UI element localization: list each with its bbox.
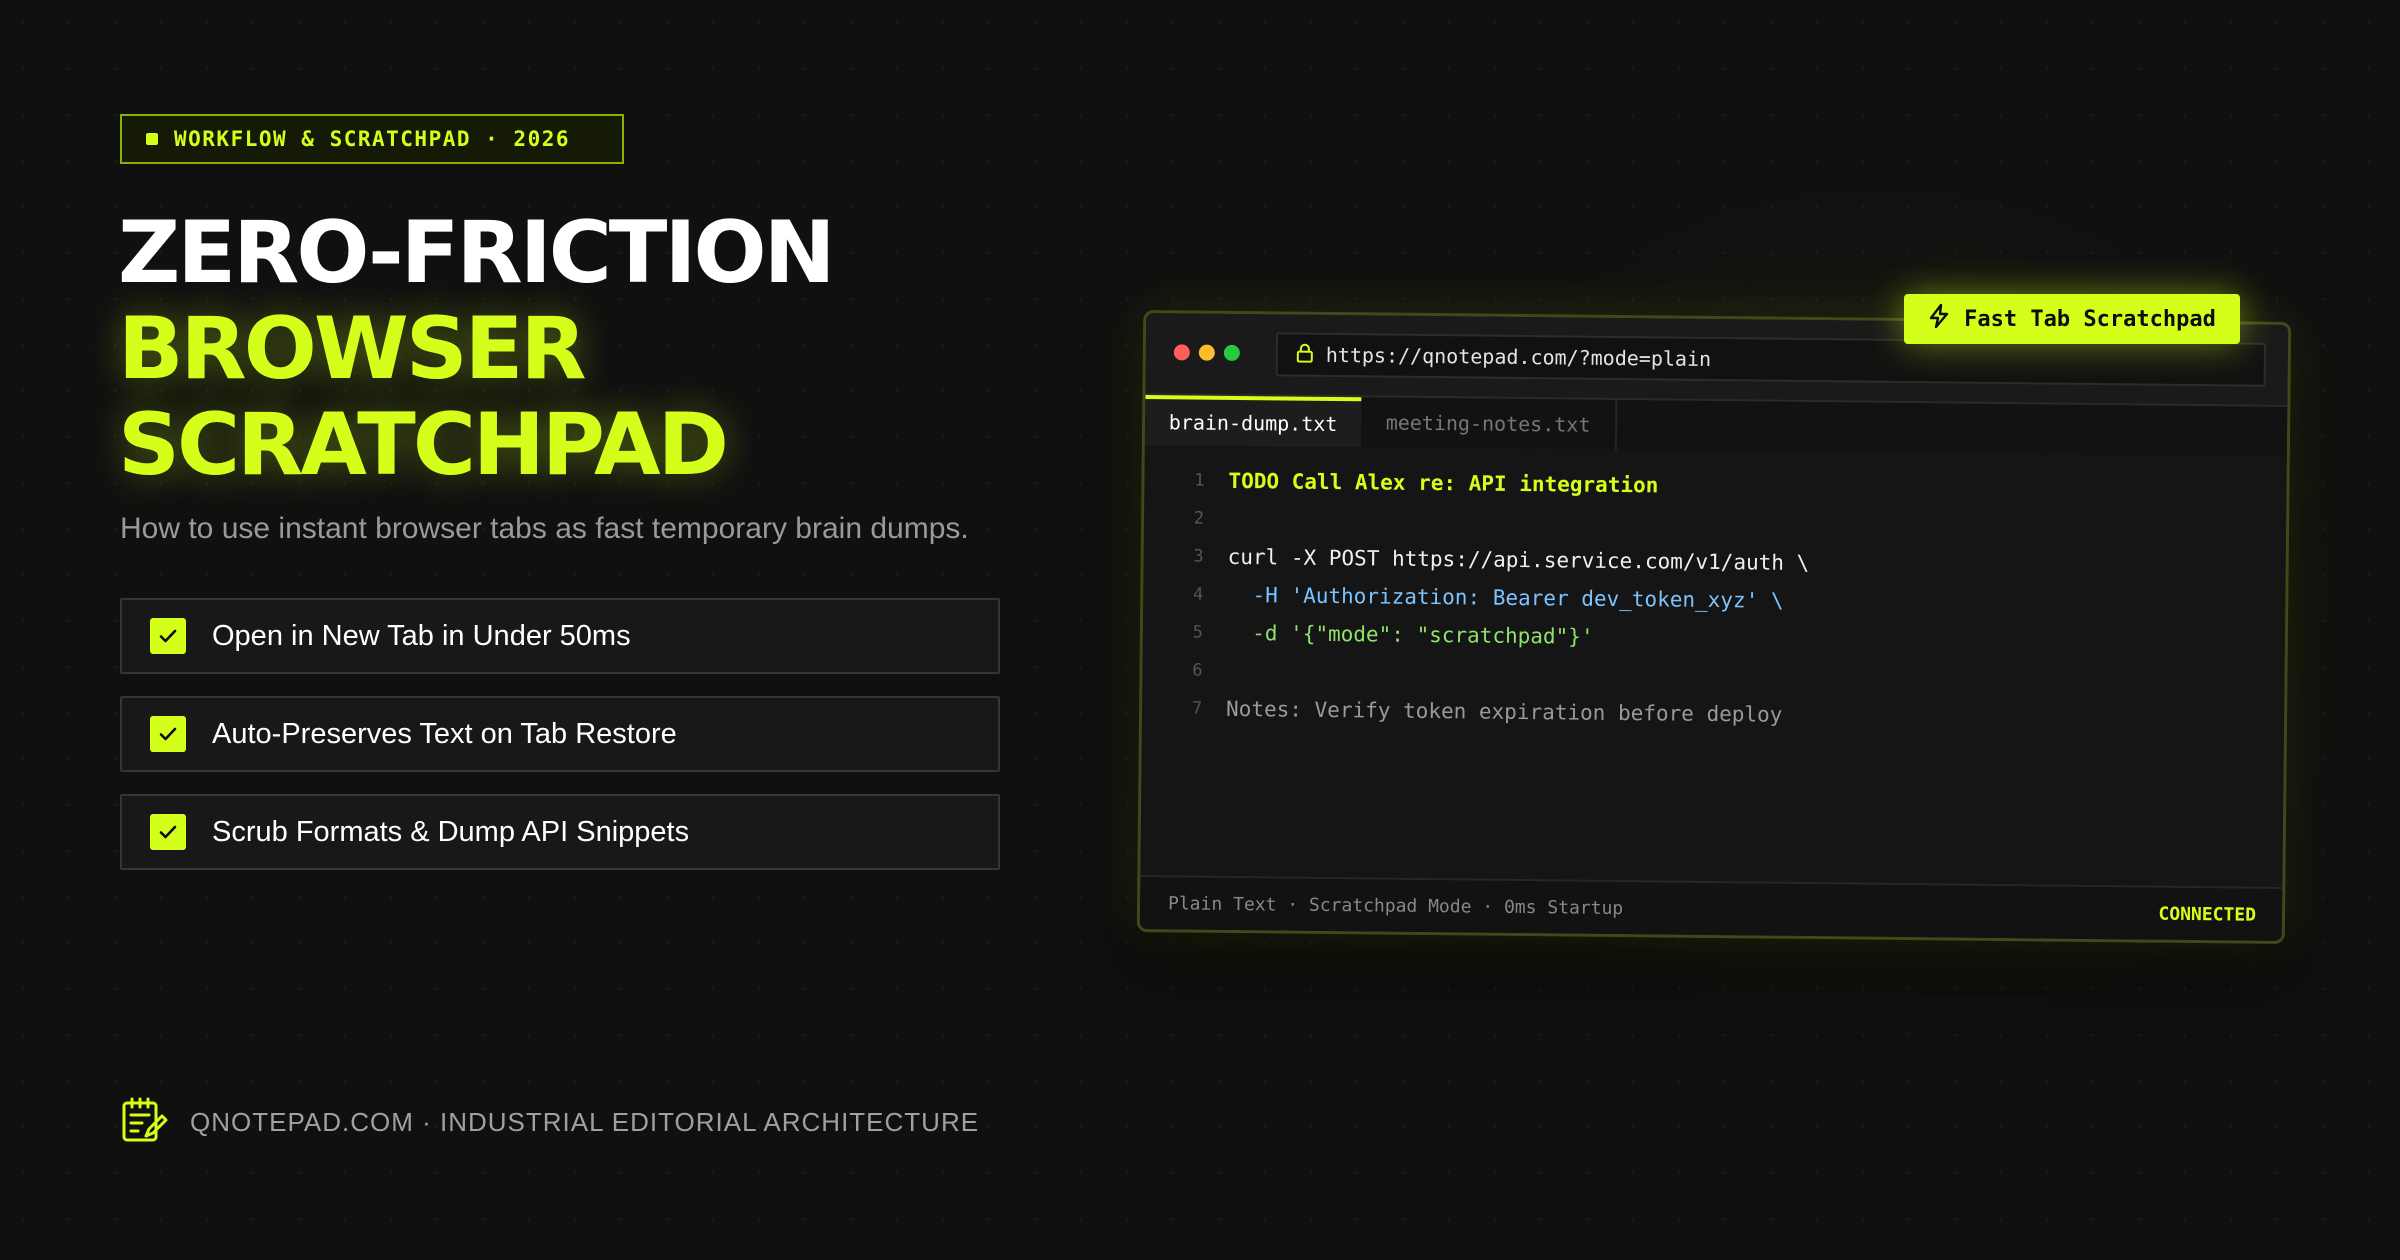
line-number: 4: [1192, 584, 1204, 605]
editor-line: 2: [1144, 499, 1228, 538]
line-text: TODO Call Alex re: API integration: [1228, 468, 1659, 498]
headline: ZERO-FRICTION BROWSER SCRATCHPAD: [118, 203, 836, 495]
notepad-pen-icon: [120, 1096, 168, 1149]
headline-line-2: BROWSER: [118, 299, 587, 399]
tab-label: brain-dump.txt: [1168, 410, 1338, 437]
editor-line: 4 -H 'Authorization: Bearer dev_token_xy…: [1143, 575, 1784, 620]
feature-label: Auto-Preserves Text on Tab Restore: [212, 717, 677, 750]
address-bar-url: https://qnotepad.com/?mode=plain: [1325, 342, 1712, 371]
lock-icon: [1296, 342, 1314, 367]
line-number: 5: [1192, 622, 1204, 643]
check-icon: [150, 618, 186, 654]
line-number: 6: [1192, 660, 1203, 681]
status-info: Plain Text · Scratchpad Mode · 0ms Start…: [1167, 892, 1624, 919]
editor-area[interactable]: 1 TODO Call Alex re: API integration 2 3 c…: [1140, 445, 2287, 877]
category-badge: WORKFLOW & SCRATCHPAD · 2026: [120, 114, 624, 164]
check-icon: [150, 814, 186, 850]
line-text: Notes: Verify token expiration before de…: [1225, 696, 1783, 727]
lightning-icon: [1928, 303, 1964, 335]
line-number: 3: [1193, 546, 1204, 567]
footer: QNOTEPAD.COM · INDUSTRIAL EDITORIAL ARCH…: [120, 1096, 979, 1149]
line-text: curl -X POST https://api.service.com/v1/…: [1227, 544, 1810, 575]
editor-line: 6: [1142, 651, 1226, 690]
badge-square-icon: [146, 133, 158, 145]
editor-line: 1 TODO Call Alex re: API integration: [1144, 461, 1658, 504]
feature-item-auto-preserve: Auto-Preserves Text on Tab Restore: [120, 696, 1000, 772]
headline-line-1: ZERO-FRICTION: [118, 203, 836, 303]
badge-label: WORKFLOW & SCRATCHPAD · 2026: [174, 127, 571, 151]
headline-line-3: SCRATCHPAD: [118, 395, 729, 495]
tab-brain-dump[interactable]: brain-dump.txt: [1144, 395, 1362, 448]
line-text: -H 'Authorization: Bearer dev_token_xyz'…: [1227, 582, 1784, 613]
tab-label: meeting-notes.txt: [1385, 410, 1591, 437]
line-text: -d '{"mode": "scratchpad"}': [1226, 620, 1594, 649]
close-window-button[interactable]: [1173, 344, 1190, 361]
feature-item-fast-open: Open in New Tab in Under 50ms: [120, 598, 1000, 674]
fast-tab-label: Fast Tab Scratchpad: [1964, 306, 2216, 332]
feature-label: Open in New Tab in Under 50ms: [212, 619, 631, 652]
feature-item-scrub-formats: Scrub Formats & Dump API Snippets: [120, 794, 1000, 870]
line-number: 2: [1193, 508, 1205, 529]
line-number: 7: [1191, 698, 1203, 719]
tab-meeting-notes[interactable]: meeting-notes.txt: [1360, 397, 1618, 450]
editor-line: 5 -d '{"mode": "scratchpad"}': [1143, 613, 1594, 656]
editor-line: 7 Notes: Verify token expiration before d…: [1142, 689, 1783, 734]
footer-text: QNOTEPAD.COM · INDUSTRIAL EDITORIAL ARCH…: [190, 1107, 980, 1137]
connection-status: CONNECTED: [2158, 903, 2257, 926]
maximize-window-button[interactable]: [1223, 344, 1240, 362]
subtitle: How to use instant browser tabs as fast …: [120, 512, 969, 545]
status-bar: Plain Text · Scratchpad Mode · 0ms Start…: [1139, 875, 2283, 941]
browser-window: https://qnotepad.com/?mode=plain brain-d…: [1136, 310, 2292, 944]
minimize-window-button[interactable]: [1198, 344, 1215, 361]
feature-label: Scrub Formats & Dump API Snippets: [212, 815, 690, 848]
check-icon: [150, 716, 186, 752]
line-number: 1: [1194, 470, 1205, 491]
fast-tab-badge: Fast Tab Scratchpad: [1904, 294, 2240, 344]
